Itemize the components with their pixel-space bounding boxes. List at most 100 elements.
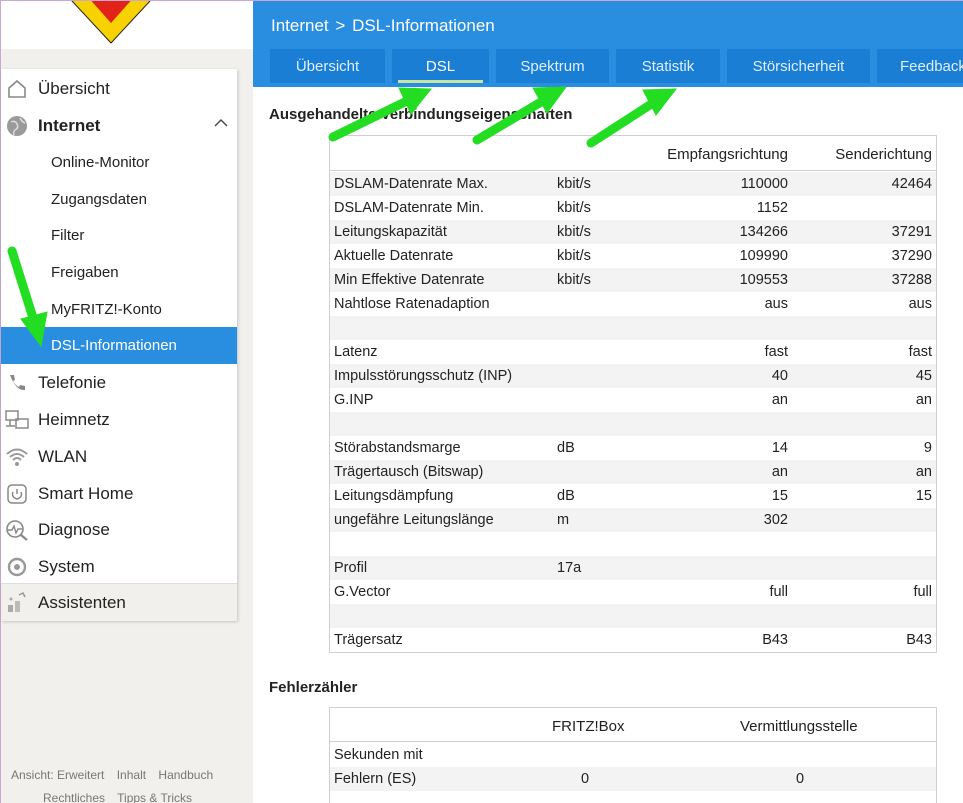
table-row: ungefähre Leitungslänge m 302 <box>330 508 936 532</box>
footer-link-rechtliches[interactable]: Rechtliches <box>43 791 105 803</box>
sidebar-item-label: MyFRITZ!-Konto <box>51 301 162 318</box>
table-row <box>330 412 936 436</box>
row-value-empfang: 14 <box>771 440 788 456</box>
row-label: Trägertausch (Bitswap) <box>334 464 484 480</box>
row-unit: kbit/s <box>557 200 591 216</box>
sidebar-item-diagnose[interactable]: Diagnose <box>1 511 237 548</box>
tab-feedback[interactable]: Feedback <box>877 49 963 83</box>
sidebar-item-label: Smart Home <box>38 483 134 503</box>
row-label: Latenz <box>334 344 378 360</box>
row-label: Leitungskapazität <box>334 224 447 240</box>
row-value-empfang: 110000 <box>740 176 788 192</box>
sidebar-item-system[interactable]: System <box>1 548 237 585</box>
row-label: DSLAM-Datenrate Max. <box>334 176 488 192</box>
row-value-sende: 9 <box>923 440 932 456</box>
row-value-empfang: an <box>771 464 788 480</box>
row-label: G.INP <box>334 392 374 408</box>
row-label: Impulsstörungsschutz (INP) <box>334 368 513 384</box>
row-value-empfang: 40 <box>771 368 788 384</box>
row-value-empfang: 109990 <box>739 248 788 264</box>
sidebar-item-assistenten[interactable]: Assistenten <box>1 584 237 621</box>
tab-label: Übersicht <box>295 57 360 75</box>
table-row <box>330 532 936 556</box>
table-row: Leitungskapazität kbit/s 134266 37291 <box>330 220 936 244</box>
row-value-empfang: 134266 <box>739 224 788 240</box>
row-value-sende: 15 <box>915 488 932 504</box>
page-header: Internet > DSL-Informationen Übersicht D… <box>253 1 963 87</box>
row-value-empfang: full <box>769 584 788 600</box>
table-row: Fehlern (ES) 0 0 <box>330 767 936 791</box>
wifi-icon <box>5 445 29 469</box>
table-row: Profil 17a <box>330 556 936 580</box>
chevron-up-icon[interactable] <box>213 115 229 131</box>
row-label: Min Effektive Datenrate <box>334 272 485 288</box>
tab-label: Spektrum <box>520 57 585 75</box>
tab-dsl[interactable]: DSL <box>392 49 489 83</box>
sidebar-item-label: Zugangsdaten <box>51 191 147 208</box>
tab-statistik[interactable]: Statistik <box>616 49 720 83</box>
table-row: Leitungsdämpfung dB 15 15 <box>330 484 936 508</box>
tab-spektrum[interactable]: Spektrum <box>496 49 609 83</box>
row-label: Sekunden mit <box>334 747 423 763</box>
sidebar-item-label: Übersicht <box>38 78 110 98</box>
tab-label: Störsicherheit <box>752 57 845 75</box>
logo-bar <box>1 1 253 49</box>
table-row: Störabstandsmarge dB 14 9 <box>330 436 936 460</box>
sidebar-item-dsl-informationen[interactable]: DSL-Informationen <box>1 327 237 364</box>
breadcrumb: Internet > DSL-Informationen <box>271 16 495 36</box>
tab-stoersicherheit[interactable]: Störsicherheit <box>727 49 870 83</box>
row-value-empfang: 109553 <box>739 272 788 288</box>
tab-uebersicht[interactable]: Übersicht <box>270 49 385 83</box>
sidebar-item-heimnetz[interactable]: Heimnetz <box>1 401 237 438</box>
row-value-sende: aus <box>908 296 932 312</box>
sidebar-item-myfritz-konto[interactable]: MyFRITZ!-Konto <box>1 291 237 328</box>
row-value-empfang: fast <box>764 344 788 360</box>
col-header-sende: Senderichtung <box>835 146 932 163</box>
fritz-logo[interactable] <box>51 1 171 45</box>
sidebar-item-internet[interactable]: Internet <box>1 107 237 144</box>
breadcrumb-current: DSL-Informationen <box>352 16 495 35</box>
table-row: Impulsstörungsschutz (INP) 40 45 <box>330 364 936 388</box>
section-title-fehler: Fehlerzähler <box>269 679 358 696</box>
row-value-empfang: 1152 <box>756 200 788 216</box>
row-value-fritzbox: 0 <box>581 771 590 787</box>
tab-label: Feedback <box>900 57 963 75</box>
footer-link-ansicht[interactable]: Ansicht: Erweitert <box>11 768 104 782</box>
sidebar-item-smart-home[interactable]: Smart Home <box>1 475 237 512</box>
table-row: G.INP an an <box>330 388 936 412</box>
sidebar-item-zugangsdaten[interactable]: Zugangsdaten <box>1 181 237 218</box>
sidebar-item-wlan[interactable]: WLAN <box>1 438 237 475</box>
row-value-empfang: an <box>771 392 788 408</box>
sidebar-item-uebersicht[interactable]: Übersicht <box>1 70 237 107</box>
sidebar-item-online-monitor[interactable]: Online-Monitor <box>1 144 237 181</box>
network-icon <box>5 408 29 432</box>
sidebar-item-label: Freigaben <box>51 264 119 281</box>
row-unit: 17a <box>557 560 582 576</box>
sidebar-item-label: Heimnetz <box>38 409 110 429</box>
smart-home-icon <box>5 482 29 506</box>
row-value-empfang: B43 <box>762 632 788 648</box>
table-row: Trägersatz B43 B43 <box>330 628 936 652</box>
footer-link-handbuch[interactable]: Handbuch <box>158 768 213 782</box>
table-row: Aktuelle Datenrate kbit/s 109990 37290 <box>330 244 936 268</box>
row-label: Nahtlose Ratenadaption <box>334 296 490 312</box>
footer-link-inhalt[interactable]: Inhalt <box>117 768 146 782</box>
main-navigation: Übersicht Internet Online-Monitor Zugang… <box>1 69 237 621</box>
sidebar-item-filter[interactable]: Filter <box>1 217 237 254</box>
row-label: Fehlern (ES) <box>334 771 417 787</box>
row-value-sende: 37291 <box>891 224 932 240</box>
breadcrumb-root[interactable]: Internet <box>271 16 329 35</box>
row-unit: dB <box>557 440 575 456</box>
section-title-verbindung: Ausgehandelte Verbindungseigenschaften <box>269 106 573 123</box>
row-value-empfang: 15 <box>771 488 788 504</box>
row-unit: kbit/s <box>557 248 591 264</box>
footer-link-tipps[interactable]: Tipps & Tricks <box>117 791 192 803</box>
row-unit: dB <box>557 488 575 504</box>
sidebar-item-telefonie[interactable]: Telefonie <box>1 364 237 401</box>
sidebar-item-freigaben[interactable]: Freigaben <box>1 254 237 291</box>
table-row: Trägertausch (Bitswap) an an <box>330 460 936 484</box>
breadcrumb-separator: > <box>335 16 346 35</box>
sidebar-item-label: System <box>38 556 95 576</box>
phone-icon <box>5 371 29 395</box>
sidebar-item-label: Assistenten <box>38 592 126 612</box>
